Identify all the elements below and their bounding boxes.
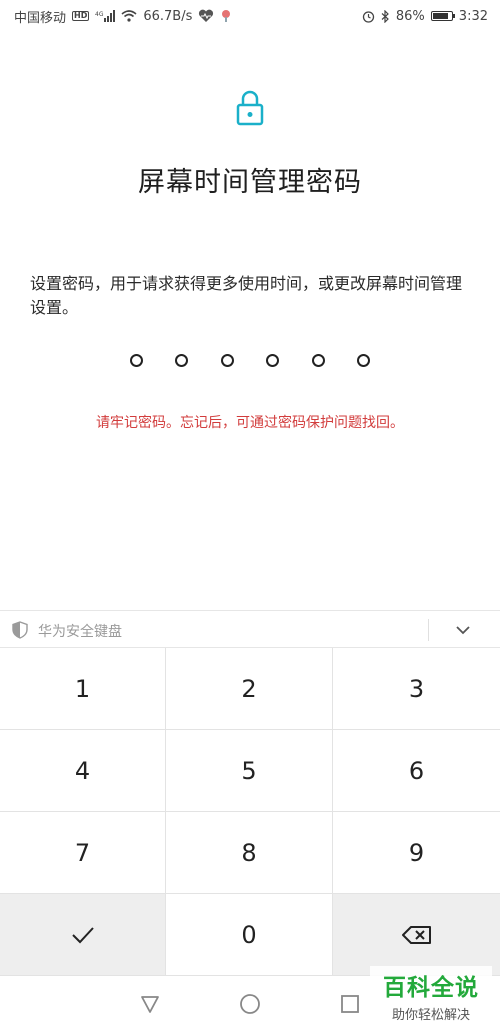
bluetooth-icon — [381, 9, 390, 23]
keyboard-title: 华为安全键盘 — [38, 624, 122, 640]
pin-dot — [266, 354, 280, 367]
pin-input[interactable] — [130, 354, 370, 367]
battery-percent: 86% — [395, 8, 425, 24]
app-notification-icon — [220, 9, 232, 23]
pin-dot — [220, 354, 234, 367]
watermark-subtitle: 助你轻松解决 — [391, 1008, 470, 1023]
status-left: 中国移动 HD 4G 66.7B/s — [14, 7, 232, 26]
key-8[interactable]: 8 — [166, 812, 333, 894]
key-4[interactable]: 4 — [0, 730, 166, 812]
pin-dot — [311, 354, 325, 367]
health-heart-icon — [198, 9, 214, 23]
home-circle-icon[interactable] — [239, 993, 261, 1015]
delete-key[interactable] — [333, 894, 500, 976]
signal-icon: 4G — [95, 10, 116, 22]
key-7[interactable]: 7 — [0, 812, 166, 894]
shield-icon — [12, 621, 28, 639]
key-5[interactable]: 5 — [166, 730, 333, 812]
page-title: 屏幕时间管理密码 — [138, 167, 362, 198]
back-triangle-icon[interactable] — [139, 993, 161, 1015]
key-1[interactable]: 1 — [0, 648, 166, 730]
chevron-down-icon[interactable] — [452, 622, 474, 638]
pin-dot — [175, 354, 189, 367]
keyboard-header: 华为安全键盘 — [0, 610, 500, 648]
wifi-icon — [121, 10, 137, 22]
key-0[interactable]: 0 — [166, 894, 333, 976]
watermark: 百科全说 助你轻松解决 — [370, 966, 492, 1024]
hd-icon: HD — [72, 11, 90, 21]
pin-dot — [130, 354, 143, 367]
lock-icon — [236, 90, 264, 126]
battery-icon — [430, 11, 455, 21]
alarm-icon — [362, 10, 375, 23]
backspace-icon — [401, 925, 431, 944]
carrier-label: 中国移动 — [14, 10, 67, 26]
key-3[interactable]: 3 — [333, 648, 500, 730]
watermark-title: 百科全说 — [383, 975, 479, 1001]
description-text: 设置密码，用于请求获得更多使用时间，或更改屏幕时间管理设置。 — [30, 274, 463, 317]
keypad: 1 2 3 4 5 6 7 8 9 0 — [0, 648, 500, 976]
confirm-key[interactable] — [0, 894, 166, 976]
clock: 3:32 — [458, 8, 488, 24]
network-speed: 66.7B/s — [143, 8, 193, 24]
network-type-label: 4G — [95, 11, 104, 18]
warning-text: 请牢记密码。忘记后，可通过密码保护问题找回。 — [96, 415, 404, 431]
pin-dot — [356, 354, 370, 367]
status-bar: 中国移动 HD 4G 66.7B/s 86% 3:32 — [0, 0, 500, 32]
key-9[interactable]: 9 — [333, 812, 500, 894]
recents-square-icon[interactable] — [339, 993, 361, 1015]
secure-keyboard: 华为安全键盘 1 2 3 4 5 6 7 8 9 0 — [0, 610, 500, 978]
battery-level-fill — [432, 13, 449, 19]
keyboard-header-divider — [428, 619, 429, 641]
checkmark-icon — [71, 926, 94, 943]
key-2[interactable]: 2 — [166, 648, 333, 730]
key-6[interactable]: 6 — [333, 730, 500, 812]
status-right: 86% 3:32 — [362, 9, 488, 24]
